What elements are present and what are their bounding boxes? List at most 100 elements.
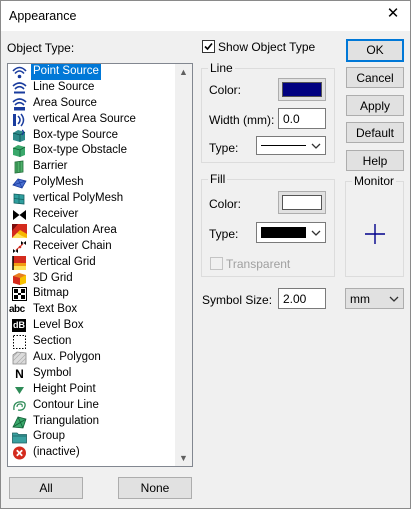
list-item-label: Height Point	[33, 382, 96, 395]
list-item-label: Text Box	[33, 303, 78, 316]
vertical-area-source-icon	[12, 113, 27, 127]
list-item-label: Calculation Area	[33, 223, 117, 236]
transparent-label: Transparent	[226, 257, 291, 271]
list-item[interactable]: Height Point	[8, 382, 192, 398]
list-item[interactable]: Box-type Obstacle	[8, 143, 192, 159]
inactive-icon	[12, 446, 27, 460]
3d-grid-icon	[12, 272, 27, 286]
bitmap-icon	[12, 287, 27, 302]
list-item[interactable]: Calculation Area	[8, 223, 192, 239]
line-color-label: Color:	[209, 83, 242, 97]
list-item[interactable]: (inactive)	[8, 445, 192, 461]
list-item[interactable]: vertical Area Source	[8, 112, 192, 128]
monitor-label: Monitor	[352, 174, 397, 188]
list-item-label: Barrier	[33, 160, 68, 173]
contour-line-icon	[12, 399, 27, 413]
list-item[interactable]: Aux. Polygon	[8, 350, 192, 366]
receiver-chain-icon	[12, 240, 27, 254]
list-item-label: Box-type Obstacle	[33, 144, 127, 157]
list-item[interactable]: 3D Grid	[8, 271, 192, 287]
line-type-preview	[261, 145, 306, 146]
scroll-down-arrow-icon[interactable]: ▼	[179, 453, 188, 463]
vertical-grid-icon	[12, 255, 27, 270]
fill-type-select[interactable]	[256, 222, 326, 243]
chevron-down-icon	[389, 296, 399, 302]
show-object-type-checkbox[interactable]	[202, 40, 215, 53]
list-item-label: Contour Line	[33, 398, 99, 411]
window-title: Appearance	[9, 9, 77, 23]
close-icon[interactable]: ✕	[386, 6, 400, 21]
symbol-size-input[interactable]	[278, 288, 326, 309]
line-width-input[interactable]	[278, 108, 326, 129]
list-item-label: Triangulation	[33, 414, 100, 427]
list-item-label: Box-type Source	[33, 128, 119, 141]
monitor-preview-plus-icon	[365, 224, 385, 244]
default-button[interactable]: Default	[346, 122, 404, 143]
object-type-list[interactable]: Point Source Line Source Area Source vertic…	[7, 63, 193, 467]
section-icon	[12, 335, 27, 350]
symbol-unit-select[interactable]: mm	[345, 288, 404, 309]
list-item-label: PolyMesh	[33, 176, 84, 189]
chevron-down-icon	[311, 230, 321, 236]
list-item-label: 3D Grid	[33, 271, 73, 284]
help-button[interactable]: Help	[346, 150, 404, 171]
transparent-checkbox[interactable]	[210, 257, 223, 270]
symbol-unit-value: mm	[350, 292, 370, 306]
fill-group-label: Fill	[208, 172, 228, 186]
list-item[interactable]: Vertical Grid	[8, 255, 192, 271]
point-source-icon	[12, 65, 27, 79]
list-item-label: Receiver Chain	[33, 239, 112, 252]
list-item[interactable]: Receiver Chain	[8, 239, 192, 255]
fill-color-swatch	[282, 195, 322, 210]
list-item[interactable]: Barrier	[8, 159, 192, 175]
select-all-button[interactable]: All	[9, 477, 83, 499]
list-item[interactable]: Bitmap	[8, 286, 192, 302]
monitor-group: Monitor	[345, 174, 404, 277]
list-item[interactable]: Group	[8, 429, 192, 445]
line-source-icon	[12, 81, 27, 95]
line-group-label: Line	[208, 61, 235, 75]
line-color-button[interactable]	[278, 78, 326, 101]
object-type-items: Point Source Line Source Area Source vertic…	[8, 64, 192, 461]
cancel-button[interactable]: Cancel	[346, 67, 404, 88]
fill-color-button[interactable]	[278, 191, 326, 214]
symbol-icon: N	[15, 366, 24, 381]
list-item-label: Group	[33, 430, 65, 443]
list-item[interactable]: PolyMesh	[8, 175, 192, 191]
list-scrollbar[interactable]: ▲ ▼	[175, 64, 192, 466]
list-item-label: Section	[33, 335, 72, 348]
ok-button[interactable]: OK	[346, 39, 404, 62]
symbol-size-label: Symbol Size:	[202, 293, 273, 307]
scroll-up-arrow-icon[interactable]: ▲	[179, 67, 188, 77]
list-item-label: Bitmap	[33, 287, 69, 300]
list-item-label: Point Source	[31, 64, 101, 80]
area-source-icon	[12, 97, 27, 111]
list-item[interactable]: Box-type Source	[8, 128, 192, 144]
polymesh-icon	[12, 176, 27, 190]
list-item[interactable]: vertical PolyMesh	[8, 191, 192, 207]
list-item[interactable]: Area Source	[8, 96, 192, 112]
list-item[interactable]: Section	[8, 334, 192, 350]
list-item-label: vertical Area Source	[33, 112, 136, 125]
list-item-label: Line Source	[33, 80, 95, 93]
list-item[interactable]: abc Text Box	[8, 302, 192, 318]
line-type-select[interactable]	[256, 136, 326, 155]
show-object-type-label: Show Object Type	[218, 40, 316, 54]
list-item[interactable]: Triangulation	[8, 414, 192, 430]
fill-type-label: Type:	[209, 227, 239, 241]
line-width-label: Width (mm):	[209, 113, 275, 127]
list-item[interactable]: Contour Line	[8, 398, 192, 414]
object-type-label: Object Type:	[7, 41, 75, 55]
line-type-label: Type:	[209, 141, 239, 155]
select-none-button[interactable]: None	[118, 477, 192, 499]
list-item[interactable]: N Symbol	[8, 366, 192, 382]
list-item[interactable]: Point Source	[8, 64, 192, 80]
list-item-label: Aux. Polygon	[33, 351, 101, 364]
aux-polygon-icon	[12, 351, 27, 365]
list-item[interactable]: Line Source	[8, 80, 192, 96]
list-item[interactable]: dB Level Box	[8, 318, 192, 334]
apply-button[interactable]: Apply	[346, 95, 404, 116]
appearance-dialog: Appearance ✕ Object Type: Point Source Li…	[0, 0, 411, 509]
calculation-area-icon	[12, 223, 27, 238]
list-item[interactable]: Receiver	[8, 207, 192, 223]
